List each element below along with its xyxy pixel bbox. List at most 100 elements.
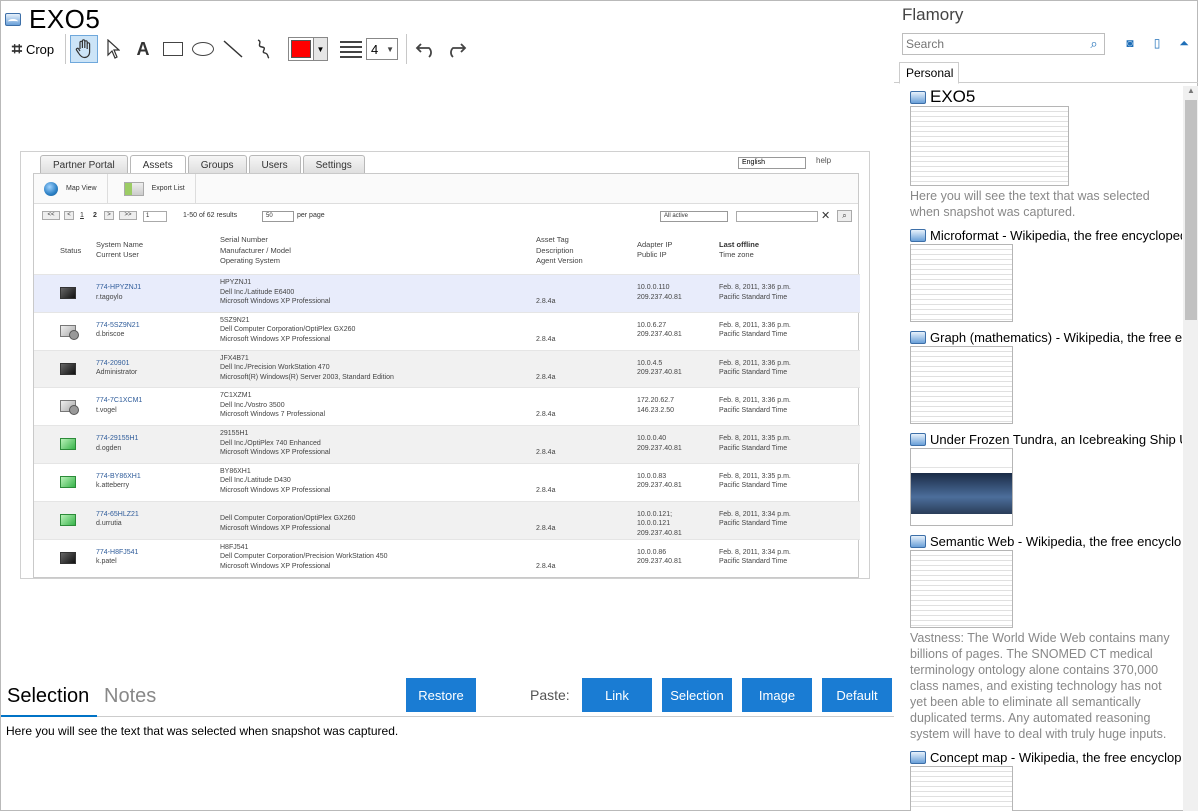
- snapshot-icon: [910, 534, 926, 548]
- adapter-ip: 10.0.0.83: [637, 472, 667, 480]
- text-tool-button[interactable]: A: [128, 36, 158, 62]
- freehand-tool-button[interactable]: [248, 36, 278, 62]
- last-offline: Feb. 8, 2011, 3:36 p.m.: [719, 397, 791, 405]
- arrow-pointer-icon: [107, 39, 120, 59]
- camera-icon[interactable]: ◙: [1122, 36, 1138, 52]
- sidebar-scrollbar[interactable]: ▲: [1183, 86, 1198, 811]
- restore-button[interactable]: Restore: [406, 678, 476, 712]
- captured-screenshot: Partner Portal Assets Groups Users Setti…: [20, 151, 870, 579]
- operating-system: Microsoft Windows XP Professional: [220, 524, 331, 532]
- language-select: English: [738, 157, 806, 169]
- table-row: 774-7C1XCM1 t.vogel 7C1XZM1 Dell Inc./Vo…: [34, 387, 860, 425]
- paste-label: Paste:: [530, 687, 570, 703]
- document-title[interactable]: EXO5: [29, 4, 100, 35]
- item-title[interactable]: Microformat - Wikipedia, the free encycl…: [930, 228, 1182, 243]
- snapshot-list-item[interactable]: Under Frozen Tundra, an Icebreaking Ship…: [910, 430, 1182, 526]
- paste-image-button[interactable]: Image: [742, 678, 812, 712]
- scroll-up-icon[interactable]: ▲: [1183, 86, 1198, 100]
- per-page-select: 50: [262, 211, 294, 222]
- selection-text[interactable]: Here you will see the text that was sele…: [6, 724, 398, 738]
- current-user: d.ogden: [96, 444, 122, 452]
- model: Dell Computer Corporation/OptiPlex GX260: [220, 515, 356, 523]
- scrollbar-thumb[interactable]: [1185, 100, 1197, 320]
- tab-selection[interactable]: Selection: [7, 685, 89, 708]
- collapse-top-icon[interactable]: ⏶: [1176, 36, 1192, 52]
- device-status-icon: [60, 362, 76, 375]
- document-icon[interactable]: ▯: [1149, 36, 1165, 52]
- tab-personal[interactable]: Personal: [899, 62, 959, 84]
- snapshot-thumbnail[interactable]: [910, 346, 1013, 424]
- pager-goto: 1: [143, 211, 167, 222]
- snapshot-list-item[interactable]: Microformat - Wikipedia, the free encycl…: [910, 226, 1182, 322]
- line-width-select[interactable]: 4 ▼: [366, 38, 398, 60]
- map-view-label: Map View: [66, 185, 97, 192]
- col-manufacturer: Manufacturer / Model: [220, 246, 291, 255]
- rectangle-tool-button[interactable]: [158, 36, 188, 62]
- snapshot-tab: Settings: [302, 155, 365, 175]
- adapter-ip: 10.0.0.40: [637, 435, 667, 443]
- pager-last: >>: [119, 211, 137, 220]
- paste-default-button[interactable]: Default: [822, 678, 892, 712]
- redo-icon: [450, 43, 467, 58]
- tab-notes[interactable]: Notes: [104, 685, 156, 708]
- col-os: Operating System: [220, 256, 281, 265]
- item-title-row: Concept map - Wikipedia, the free encycl…: [910, 748, 1182, 766]
- col-timezone: Time zone: [719, 250, 754, 259]
- snapshot-thumbnail[interactable]: [910, 448, 1013, 526]
- chevron-down-icon: ▼: [313, 38, 327, 60]
- brand-title: Flamory: [902, 5, 964, 24]
- public-ip: 209.237.40.81: [637, 369, 682, 377]
- search-icon: ⌕: [837, 210, 852, 222]
- snapshot-thumbnail[interactable]: [910, 244, 1013, 322]
- toolbar-divider: [65, 34, 66, 64]
- item-title-row: Microformat - Wikipedia, the free encycl…: [910, 226, 1182, 244]
- item-title[interactable]: Concept map - Wikipedia, the free encycl…: [930, 750, 1182, 765]
- crop-button[interactable]: ⌗ Crop: [5, 36, 61, 62]
- current-user: k.atteberry: [96, 482, 130, 490]
- redo-button[interactable]: [441, 36, 471, 62]
- app-window: EXO5 ⌗ Crop A ▼ 4 ▼ Partner Portal Asset…: [0, 0, 1198, 811]
- snapshot-canvas[interactable]: Partner Portal Assets Groups Users Setti…: [1, 67, 894, 679]
- paste-link-button[interactable]: Link: [582, 678, 652, 712]
- asset-subnav: Map View Export List: [34, 173, 858, 204]
- serial-number: HPYZNJ1: [220, 279, 252, 286]
- hand-tool-button[interactable]: [70, 35, 98, 63]
- status-filter: All active: [660, 211, 728, 222]
- agent-version: 2.8.4a: [536, 524, 556, 532]
- rectangle-icon: [163, 42, 183, 56]
- search-icon[interactable]: ⌕: [1084, 36, 1104, 52]
- col-serial: Serial Number: [220, 235, 268, 244]
- snapshot-list-item[interactable]: Concept map - Wikipedia, the free encycl…: [910, 748, 1182, 811]
- last-offline: Feb. 8, 2011, 3:35 p.m.: [719, 472, 791, 480]
- snapshot-thumbnail[interactable]: [910, 106, 1069, 186]
- snapshot-list-item[interactable]: EXO5 Here you will see the text that was…: [910, 88, 1182, 220]
- snapshot-thumbnail[interactable]: [910, 550, 1013, 628]
- current-user: d.briscoe: [96, 331, 125, 339]
- ellipse-tool-button[interactable]: [188, 36, 218, 62]
- item-title-row: Semantic Web - Wikipedia, the free encyc…: [910, 532, 1182, 550]
- item-title[interactable]: EXO5: [930, 88, 975, 106]
- current-user: r.tagoylo: [96, 293, 123, 301]
- model: Dell Inc./Latitude D430: [220, 477, 291, 485]
- title-row: EXO5: [5, 4, 100, 34]
- item-title[interactable]: Semantic Web - Wikipedia, the free encyc…: [930, 534, 1182, 549]
- snapshot-icon: [910, 330, 926, 344]
- time-zone: Pacific Standard Time: [719, 406, 788, 414]
- undo-button[interactable]: [411, 36, 441, 62]
- select-tool-button[interactable]: [98, 36, 128, 62]
- pager-page-2: 2: [93, 212, 97, 219]
- snapshot-thumbnail[interactable]: [910, 766, 1013, 811]
- col-asset-tag: Asset Tag: [536, 235, 569, 244]
- system-name: 774-5SZ9N21: [96, 321, 140, 329]
- snapshot-list-item[interactable]: Semantic Web - Wikipedia, the free encyc…: [910, 532, 1182, 742]
- snapshot-list-item[interactable]: Graph (mathematics) - Wikipedia, the fre…: [910, 328, 1182, 424]
- search-input[interactable]: [903, 34, 1084, 54]
- export-list-label: Export List: [151, 185, 185, 192]
- item-title[interactable]: Under Frozen Tundra, an Icebreaking Ship…: [930, 432, 1182, 447]
- color-picker[interactable]: ▼: [288, 37, 328, 61]
- item-title[interactable]: Graph (mathematics) - Wikipedia, the fre…: [930, 330, 1182, 345]
- paste-selection-button[interactable]: Selection: [662, 678, 732, 712]
- operating-system: Microsoft Windows XP Professional: [220, 335, 331, 343]
- line-tool-button[interactable]: [218, 36, 248, 62]
- snapshot-tab: Users: [248, 155, 301, 175]
